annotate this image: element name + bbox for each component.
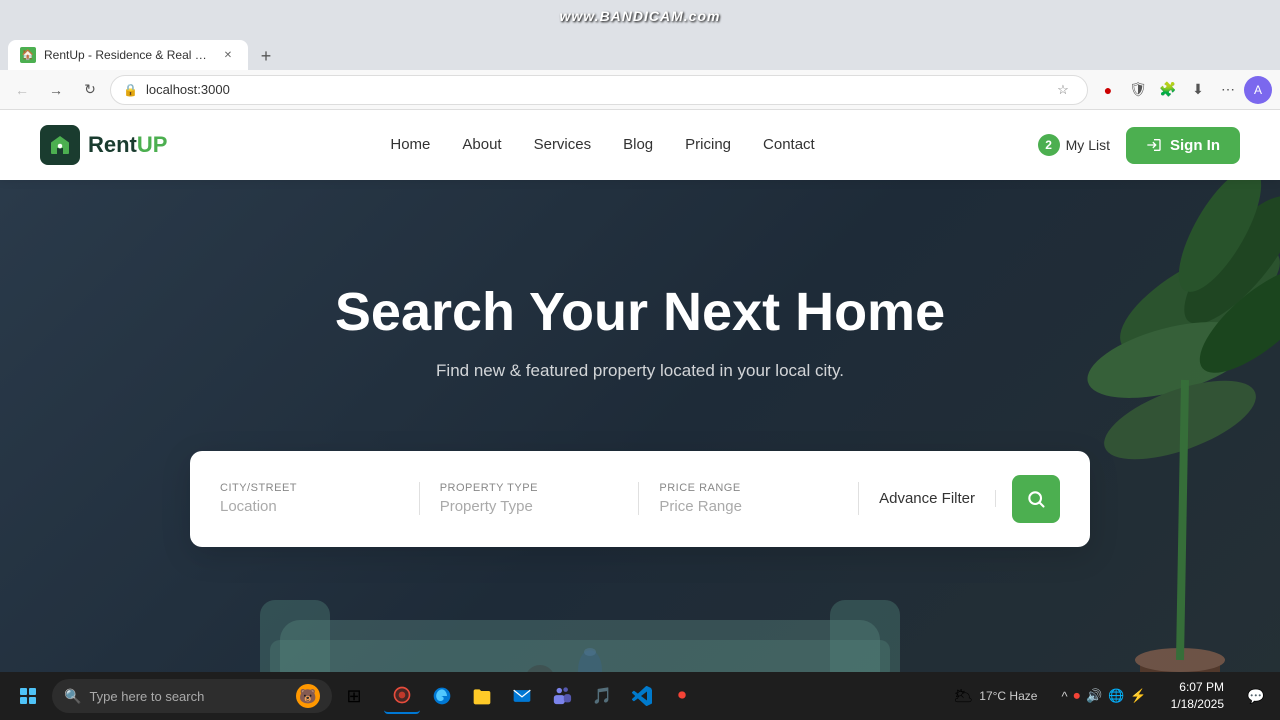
sign-in-button[interactable]: Sign In xyxy=(1126,127,1240,164)
tray-icon-1: ^ xyxy=(1061,689,1067,704)
nav-blog[interactable]: Blog xyxy=(623,136,653,153)
search-button[interactable] xyxy=(1012,475,1060,523)
sign-in-icon xyxy=(1146,137,1162,153)
hero-title: Search Your Next Home xyxy=(335,280,945,345)
notification-button[interactable]: 💬 xyxy=(1240,680,1272,712)
time-display: 6:07 PM xyxy=(1171,679,1224,696)
taskbar-clock[interactable]: 6:07 PM 1/18/2025 xyxy=(1163,679,1232,713)
hero-room-area xyxy=(0,540,1280,672)
forward-button[interactable]: → xyxy=(42,76,70,104)
price-range-value: Price Range xyxy=(659,498,838,515)
hero-section: Search Your Next Home Find new & feature… xyxy=(0,180,1280,672)
taskbar-app-folder[interactable] xyxy=(464,678,500,714)
weather-text: 17°C Haze xyxy=(979,689,1037,703)
taskbar-app-vscode[interactable] xyxy=(624,678,660,714)
browser-toolbar: ← → ↻ 🔒 localhost:3000 ☆ ● 🛡 🧩 ⬇ ⋯ A xyxy=(0,70,1280,110)
network-icon: 🌐 xyxy=(1108,688,1124,704)
nav-about[interactable]: About xyxy=(462,136,501,153)
nav-home[interactable]: Home xyxy=(390,136,430,153)
extensions-icon[interactable]: 🧩 xyxy=(1154,76,1182,104)
security-icon: 🔒 xyxy=(123,83,138,97)
system-tray[interactable]: ^ ⏺ 🔊 🌐 ⚡ xyxy=(1053,688,1154,704)
property-type-value: Property Type xyxy=(440,498,619,515)
date-display: 1/18/2025 xyxy=(1171,696,1224,713)
price-range-field[interactable]: Price Range Price Range xyxy=(639,482,859,515)
nav-actions: 2 My List Sign In xyxy=(1038,127,1240,164)
browser-toolbar-actions: ● 🛡 🧩 ⬇ ⋯ A xyxy=(1094,76,1272,104)
search-box: City/Street Location Property Type Prope… xyxy=(190,451,1090,547)
more-icon[interactable]: ⋯ xyxy=(1214,76,1242,104)
bookmark-icon[interactable]: ☆ xyxy=(1051,78,1075,102)
logo[interactable]: RentUP xyxy=(40,125,167,165)
sign-in-label: Sign In xyxy=(1170,137,1220,154)
hero-subtitle: Find new & featured property located in … xyxy=(335,361,945,381)
opera-icon[interactable]: ● xyxy=(1094,76,1122,104)
bandicam-watermark: www.BANDICAM.com xyxy=(560,8,721,24)
property-type-field[interactable]: Property Type Property Type xyxy=(420,482,640,515)
advance-filter-button[interactable]: Advance Filter xyxy=(859,490,996,507)
address-bar[interactable]: 🔒 localhost:3000 ☆ xyxy=(110,75,1088,105)
tab-favicon: 🏠 xyxy=(20,47,36,63)
recording-tray-icon: ⏺ xyxy=(1074,688,1081,704)
refresh-button[interactable]: ↻ xyxy=(76,76,104,104)
location-label: City/Street xyxy=(220,482,399,494)
taskbar-app-teams[interactable] xyxy=(544,678,580,714)
weather-icon: 🌥 xyxy=(953,686,973,706)
location-field[interactable]: City/Street Location xyxy=(220,482,420,515)
profile-icon[interactable]: A xyxy=(1244,76,1272,104)
taskbar: 🔍 Type here to search 🐻 ⊞ xyxy=(0,672,1280,720)
address-text: localhost:3000 xyxy=(146,82,1043,97)
taskbar-mascot: 🐻 xyxy=(296,684,320,708)
new-tab-button[interactable]: + xyxy=(252,42,280,70)
taskbar-system: 🌥 17°C Haze ^ ⏺ 🔊 🌐 ⚡ 6:07 PM 1/18/2025 … xyxy=(945,679,1272,713)
windows-icon xyxy=(20,688,36,704)
taskbar-app-music[interactable]: 🎵 xyxy=(584,678,620,714)
taskbar-task-view[interactable]: ⊞ xyxy=(336,678,372,714)
taskbar-apps: 🎵 ⏺ xyxy=(384,678,700,714)
hero-content: Search Your Next Home Find new & feature… xyxy=(335,280,945,431)
browser-tab-bar: 🏠 RentUp - Residence & Real Estate... ✕ … xyxy=(0,34,1280,70)
logo-icon xyxy=(40,125,80,165)
my-list-badge: 2 xyxy=(1038,134,1060,156)
taskbar-search[interactable]: 🔍 Type here to search 🐻 xyxy=(52,679,332,713)
taskbar-search-icon: 🔍 xyxy=(64,688,81,705)
nav-links: Home About Services Blog Pricing Contact xyxy=(390,136,814,154)
location-value: Location xyxy=(220,498,399,515)
taskbar-search-text: Type here to search xyxy=(89,689,288,704)
taskbar-app-edge[interactable] xyxy=(424,678,460,714)
taskbar-app-browser[interactable] xyxy=(384,678,420,714)
taskbar-weather[interactable]: 🌥 17°C Haze xyxy=(945,686,1045,706)
taskbar-app-mail[interactable] xyxy=(504,678,540,714)
downloads-icon[interactable]: ⬇ xyxy=(1184,76,1212,104)
navbar: RentUP Home About Services Blog Pricing … xyxy=(0,110,1280,180)
taskbar-app-recording[interactable]: ⏺ xyxy=(664,678,700,714)
nav-services[interactable]: Services xyxy=(534,136,592,153)
logo-text: RentUP xyxy=(88,132,167,158)
my-list-label: My List xyxy=(1066,137,1110,153)
browser-active-tab[interactable]: 🏠 RentUp - Residence & Real Estate... ✕ xyxy=(8,40,248,70)
address-actions: ☆ xyxy=(1051,78,1075,102)
battery-icon: ⚡ xyxy=(1130,688,1146,704)
tab-close-button[interactable]: ✕ xyxy=(220,47,236,63)
back-button[interactable]: ← xyxy=(8,76,36,104)
tray-icon-2: 🔊 xyxy=(1086,688,1102,704)
tab-title: RentUp - Residence & Real Estate... xyxy=(44,48,212,62)
my-list-button[interactable]: 2 My List xyxy=(1038,134,1110,156)
page-content: RentUP Home About Services Blog Pricing … xyxy=(0,110,1280,672)
shield-icon[interactable]: 🛡 xyxy=(1124,76,1152,104)
nav-pricing[interactable]: Pricing xyxy=(685,136,731,153)
price-range-label: Price Range xyxy=(659,482,838,494)
search-icon xyxy=(1026,489,1046,509)
nav-contact[interactable]: Contact xyxy=(763,136,815,153)
start-button[interactable] xyxy=(8,676,48,716)
property-type-label: Property Type xyxy=(440,482,619,494)
